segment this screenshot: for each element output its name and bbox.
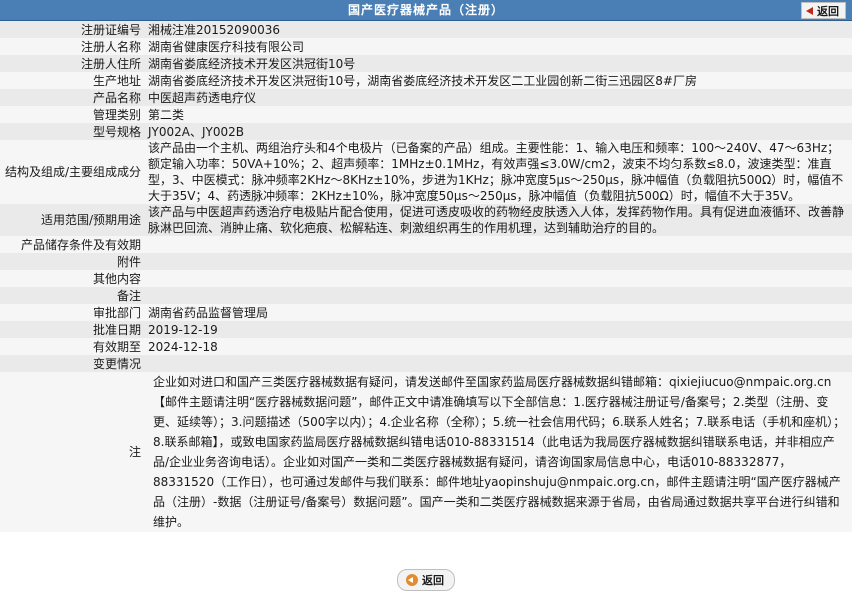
- field-value: 2024-12-18: [145, 338, 852, 355]
- table-row: 注册人名称 湖南省健康医疗科技有限公司: [0, 38, 852, 55]
- field-label: 产品储存条件及有效期: [0, 236, 145, 253]
- page-title: 国产医疗器械产品（注册）: [347, 3, 504, 17]
- field-label: 适用范围/预期用途: [0, 204, 145, 236]
- title-bar: 国产医疗器械产品（注册） 返回: [0, 0, 852, 21]
- back-button-label-bottom: 返回: [422, 573, 444, 587]
- note-row: 注企业如对进口和国产三类医疗器械数据有疑问，请发送邮件至国家药监局医疗器械数据纠…: [0, 372, 852, 532]
- field-value: 该产品与中医超声药透治疗电极贴片配合使用，促进可透皮吸收的药物经皮肤透入人体，发…: [145, 204, 852, 236]
- table-row: 型号规格 JY002A、JY002B: [0, 123, 852, 140]
- field-value: 湘械注准20152090036: [145, 21, 852, 38]
- field-value: 湖南省娄底经济技术开发区洪冠街10号，湖南省娄底经济技术开发区二工业园创新二街三…: [145, 72, 852, 89]
- field-label: 注册人名称: [0, 38, 145, 55]
- field-value: 湖南省药品监督管理局: [145, 304, 852, 321]
- back-button-label: 返回: [817, 4, 839, 18]
- field-value: 中医超声药透电疗仪: [145, 89, 852, 106]
- field-label: 注册证编号: [0, 21, 145, 38]
- back-circle-icon: [406, 573, 418, 586]
- field-value: [145, 253, 852, 270]
- table-row: 有效期至 2024-12-18: [0, 338, 852, 355]
- field-value: [145, 287, 852, 304]
- field-label: 注册人住所: [0, 55, 145, 72]
- field-label: 审批部门: [0, 304, 145, 321]
- field-label: 产品名称: [0, 89, 145, 106]
- table-row: 产品储存条件及有效期: [0, 236, 852, 253]
- back-arrow-icon: [806, 6, 813, 15]
- back-button-top[interactable]: 返回: [801, 2, 846, 19]
- table-row: 备注: [0, 287, 852, 304]
- field-label: 其他内容: [0, 270, 145, 287]
- table-row: 管理类别 第二类: [0, 106, 852, 123]
- table-row: 产品名称 中医超声药透电疗仪: [0, 89, 852, 106]
- table-row: 变更情况: [0, 355, 852, 372]
- field-label: 管理类别: [0, 106, 145, 123]
- note-label: 注: [0, 372, 145, 532]
- detail-table: 注册证编号 湘械注准20152090036 注册人名称 湖南省健康医疗科技有限公司 注册…: [0, 21, 852, 532]
- field-label: 结构及组成/主要组成成分: [0, 140, 145, 204]
- table-row: 其他内容: [0, 270, 852, 287]
- field-value: 湖南省健康医疗科技有限公司: [145, 38, 852, 55]
- field-value: 2019-12-19: [145, 321, 852, 338]
- field-label: 有效期至: [0, 338, 145, 355]
- field-value: [145, 355, 852, 372]
- field-value: JY002A、JY002B: [145, 123, 852, 140]
- table-row: 注册人住所 湖南省娄底经济技术开发区洪冠街10号: [0, 55, 852, 72]
- table-row: 结构及组成/主要组成成分 该产品由一个主机、两组治疗头和4个电极片（已备案的产品）…: [0, 140, 852, 204]
- field-value: 湖南省娄底经济技术开发区洪冠街10号: [145, 55, 852, 72]
- field-label: 备注: [0, 287, 145, 304]
- table-row: 审批部门 湖南省药品监督管理局: [0, 304, 852, 321]
- footer: 返回: [0, 566, 852, 593]
- table-row: 适用范围/预期用途 该产品与中医超声药透治疗电极贴片配合使用，促进可透皮吸收的药物…: [0, 204, 852, 236]
- field-label: 批准日期: [0, 321, 145, 338]
- field-value: 第二类: [145, 106, 852, 123]
- field-label: 型号规格: [0, 123, 145, 140]
- back-button-bottom[interactable]: 返回: [397, 568, 455, 591]
- note-text: 企业如对进口和国产三类医疗器械数据有疑问，请发送邮件至国家药监局医疗器械数据纠错…: [145, 372, 852, 532]
- field-label: 生产地址: [0, 72, 145, 89]
- table-row: 注册证编号 湘械注准20152090036: [0, 21, 852, 38]
- field-value: [145, 270, 852, 287]
- field-value: [145, 236, 852, 253]
- field-label: 附件: [0, 253, 145, 270]
- field-value: 该产品由一个主机、两组治疗头和4个电极片（已备案的产品）组成。主要性能：1、输入…: [145, 140, 852, 204]
- table-row: 附件: [0, 253, 852, 270]
- table-row: 批准日期 2019-12-19: [0, 321, 852, 338]
- table-row: 生产地址 湖南省娄底经济技术开发区洪冠街10号，湖南省娄底经济技术开发区二工业园创…: [0, 72, 852, 89]
- field-label: 变更情况: [0, 355, 145, 372]
